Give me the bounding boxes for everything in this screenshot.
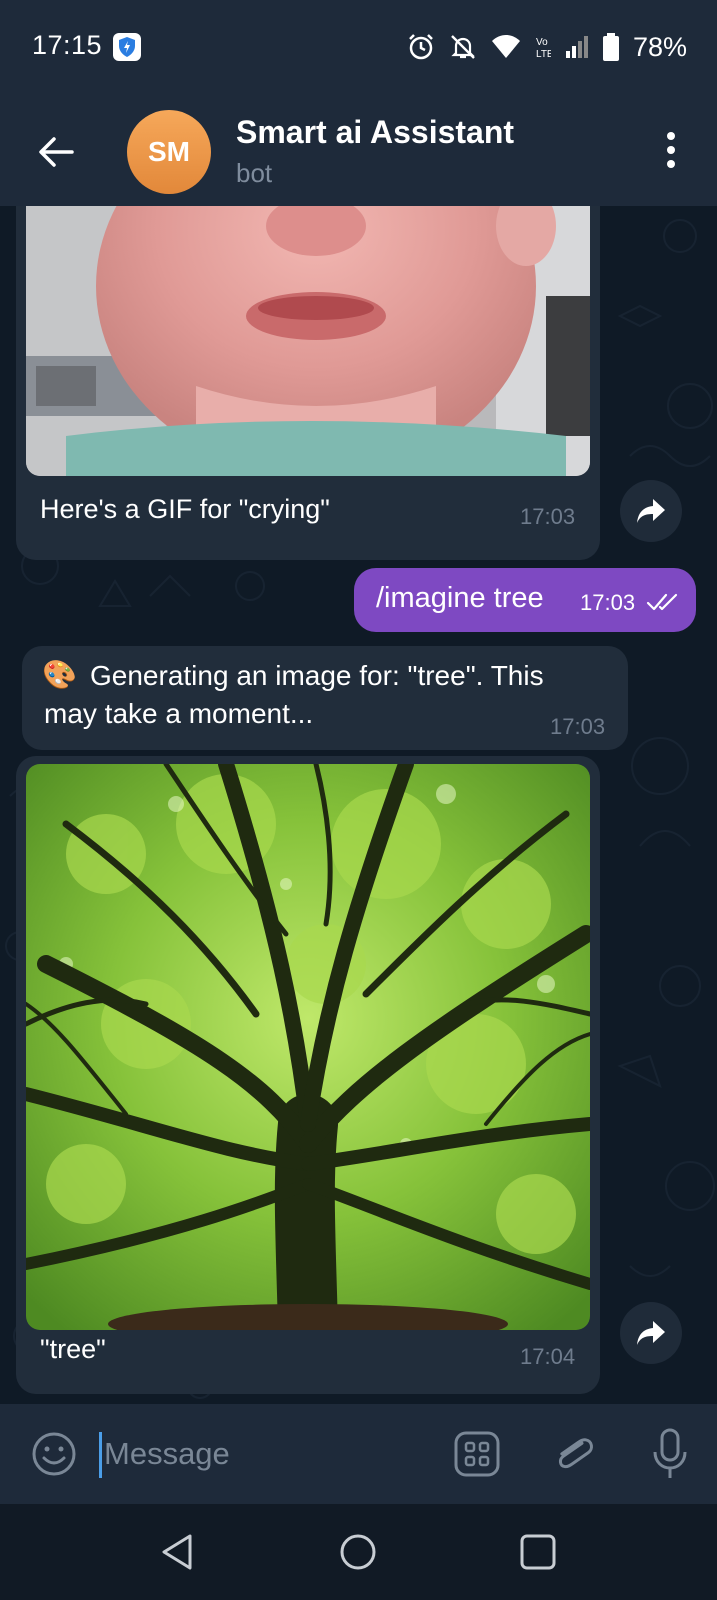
message-input[interactable]: Message <box>104 1436 230 1472</box>
share-button[interactable] <box>620 480 682 542</box>
message-text-line1: Generating an image for: "tree". This <box>90 660 544 691</box>
chat-title[interactable]: Smart ai Assistant <box>236 114 514 151</box>
gif-caption: Here's a GIF for "crying" <box>40 494 330 524</box>
nav-recents-icon[interactable] <box>518 1532 558 1572</box>
system-nav-bar <box>0 1504 717 1600</box>
avatar[interactable]: SM <box>127 110 211 194</box>
alarm-icon <box>409 34 433 60</box>
message-text-line2: may take a moment... <box>44 698 314 729</box>
message-bubble-photo[interactable]: "tree" 17:04 <box>16 756 600 1394</box>
chat-area[interactable]: Here's a GIF for "crying" 17:03 /imagine… <box>0 206 717 1404</box>
microphone-icon[interactable] <box>650 1428 690 1480</box>
nav-home-icon[interactable] <box>338 1532 378 1572</box>
message-bubble-gif[interactable]: Here's a GIF for "crying" 17:03 <box>16 206 600 560</box>
vpn-shield-icon <box>113 33 141 61</box>
more-options-icon[interactable] <box>659 130 683 170</box>
nav-back-icon[interactable] <box>158 1532 198 1572</box>
emoji-icon[interactable] <box>30 1430 78 1478</box>
status-time: 17:15 <box>32 30 103 60</box>
message-bubble-text[interactable]: 🎨 Generating an image for: "tree". This … <box>22 646 628 750</box>
message-time: 17:04 <box>520 1344 576 1369</box>
back-arrow-icon[interactable] <box>34 130 78 174</box>
share-arrow-icon <box>637 1321 665 1345</box>
chat-subtitle: bot <box>236 158 273 188</box>
share-button[interactable] <box>620 1302 682 1364</box>
svg-text:Vo: Vo <box>536 37 548 48</box>
message-time: 17:03 <box>520 504 576 529</box>
message-input-bar: Message <box>0 1404 717 1504</box>
message-time: 17:03 <box>550 714 606 739</box>
gif-media[interactable] <box>26 206 590 476</box>
outgoing-text: /imagine tree <box>376 582 544 614</box>
svg-text:LTE: LTE <box>536 49 551 60</box>
battery-percent: 78% <box>632 31 687 62</box>
photo-caption: "tree" <box>40 1334 106 1364</box>
status-bar: 17:15 Vo LTE 78% <box>0 0 717 96</box>
tree-photo <box>26 764 590 1330</box>
palette-emoji-icon: 🎨 <box>42 659 77 690</box>
mute-icon <box>451 35 475 59</box>
message-time: 17:03 <box>580 590 636 615</box>
crying-baby-gif <box>26 206 590 476</box>
text-cursor <box>99 1432 102 1478</box>
bot-commands-icon[interactable] <box>453 1430 501 1478</box>
photo-media[interactable] <box>26 764 590 1330</box>
attach-icon[interactable] <box>550 1430 598 1478</box>
battery-icon <box>602 33 619 61</box>
volte-icon: Vo LTE <box>536 37 551 60</box>
message-bubble-outgoing[interactable]: /imagine tree 17:03 <box>354 568 696 632</box>
share-arrow-icon <box>637 499 665 523</box>
wifi-icon <box>491 35 520 58</box>
signal-icon <box>565 36 588 58</box>
chat-header: SM Smart ai Assistant bot <box>0 96 717 206</box>
read-checkmarks-icon <box>646 593 678 611</box>
